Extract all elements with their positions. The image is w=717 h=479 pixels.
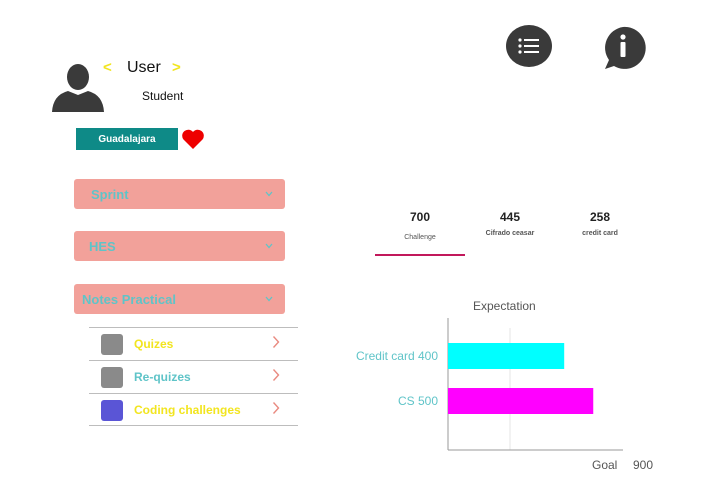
avatar [52,64,104,112]
category-label: CS 500 [398,394,438,408]
chevron-down-icon [265,296,273,302]
list-item-label: Quizes [134,337,174,351]
accordion-notes-practical[interactable]: Notes Practical [74,284,285,314]
chevron-right-icon [272,369,280,381]
item-thumbnail [101,367,123,388]
menu-list-button[interactable] [506,25,552,67]
x-axis-label: Goal [592,458,617,472]
heart-icon[interactable] [181,128,205,150]
item-thumbnail [101,400,123,421]
accordion-sprint[interactable]: Sprint [74,179,285,209]
list-item-coding-challenges[interactable]: Coding challenges [89,393,298,426]
city-badge: Guadalajara [76,128,178,150]
accordion-label: Sprint [91,186,129,202]
chevron-right-icon [272,402,280,414]
accordion-label: HES [89,238,116,254]
list-item-label: Coding challenges [134,402,241,417]
info-button[interactable] [600,25,646,71]
active-tab-indicator [375,254,465,256]
tab-label: credit card [582,230,618,237]
item-thumbnail [101,334,123,355]
expectation-chart: Credit card 400 CS 500 Goal 900 [356,318,653,472]
category-label: Credit card 400 [356,349,438,363]
bar [448,343,565,369]
tab-credit-card[interactable]: 258 credit card [555,210,645,237]
tab-value: 700 [409,210,431,224]
bar [448,388,594,414]
chevron-down-icon [265,191,273,197]
tab-value: 445 [499,210,521,224]
user-role: Student [142,89,184,103]
info-icon [605,26,646,69]
chevron-right-icon [272,336,280,348]
accordion-hes[interactable]: HES [74,231,285,261]
list-item-re-quizes[interactable]: Re-quizes [89,360,298,393]
x-tick-label: 900 [633,458,653,472]
practical-notes-list: Quizes Re-quizes Coding challenges [89,327,298,426]
tab-label: Challenge [404,234,436,241]
list-icon [518,38,539,54]
tab-label: Cifrado ceasar [485,230,535,237]
tab-cifrado-ceasar[interactable]: 445 Cifrado ceasar [465,210,555,237]
accordion-label: Notes Practical [82,291,176,307]
user-name: User [127,59,161,76]
list-item-label: Re-quizes [134,370,191,384]
list-item-quizes[interactable]: Quizes [89,327,298,360]
tab-value: 258 [589,210,611,224]
chevron-down-icon [265,243,273,249]
previous-user-button[interactable]: < [103,59,112,76]
city-label: Guadalajara [98,133,156,145]
next-user-button[interactable]: > [172,59,181,76]
tab-challenge[interactable]: 700 Challenge [375,210,465,241]
